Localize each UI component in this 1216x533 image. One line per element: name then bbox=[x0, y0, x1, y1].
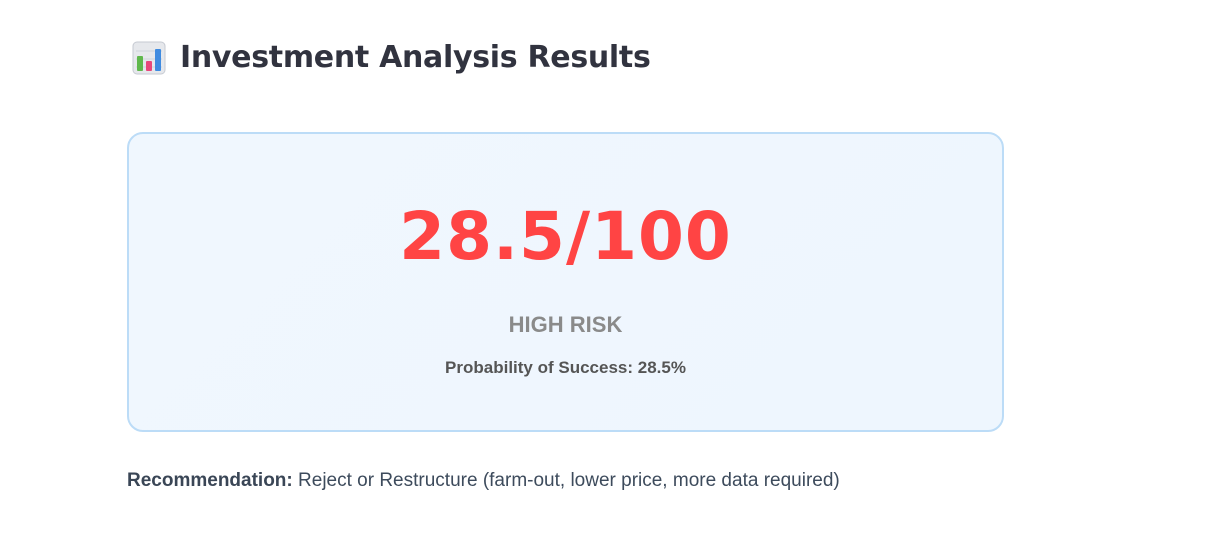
page: Investment Analysis Results 28.5/100 HIG… bbox=[0, 0, 1216, 533]
risk-level-label: HIGH RISK bbox=[508, 312, 623, 337]
recommendation-text: Reject or Restructure (farm-out, lower p… bbox=[298, 470, 840, 491]
score-card: 28.5/100 HIGH RISK Probability of Succes… bbox=[127, 132, 1004, 432]
bar-chart-icon bbox=[132, 41, 166, 75]
recommendation-label: Recommendation: bbox=[127, 470, 293, 491]
page-title: Investment Analysis Results bbox=[180, 40, 651, 75]
probability-of-success: Probability of Success: 28.5% bbox=[445, 358, 686, 377]
page-header: Investment Analysis Results bbox=[132, 40, 651, 75]
recommendation: Recommendation: Reject or Restructure (f… bbox=[127, 470, 840, 492]
score-value: 28.5/100 bbox=[399, 198, 732, 275]
